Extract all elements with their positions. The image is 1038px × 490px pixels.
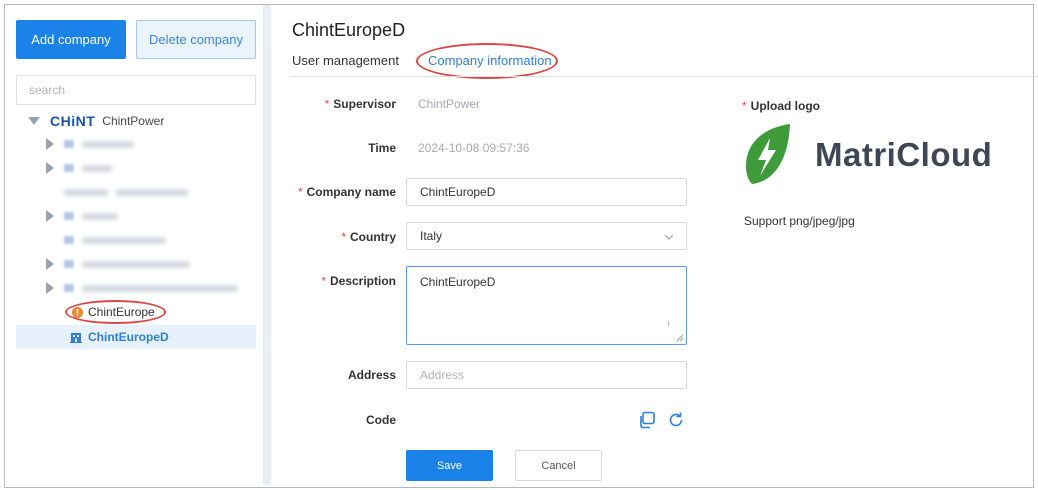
code-label: Code	[366, 413, 396, 427]
company-name-label: * Company name	[297, 185, 396, 199]
brand-logo-text: MatriCloud	[815, 136, 993, 173]
blurred-label	[82, 164, 112, 172]
blurred-label	[82, 212, 118, 220]
delete-company-button[interactable]: Delete company	[136, 20, 256, 59]
company-name-field[interactable]: ChintEuropeD	[406, 178, 687, 206]
save-button[interactable]: Save	[406, 450, 493, 481]
chevron-down-icon	[664, 234, 674, 240]
support-formats-text: Support png/jpeg/jpg	[744, 214, 855, 228]
blurred-label	[82, 260, 190, 268]
tree-item-blurred[interactable]	[64, 230, 166, 250]
copy-icon[interactable]	[638, 411, 656, 429]
time-value: 2024-10-08 09:57:36	[418, 141, 530, 155]
country-label: * Country	[341, 230, 396, 244]
company-icon	[64, 236, 74, 244]
supervisor-label: * Supervisor	[324, 97, 396, 111]
tree-item-ChintEuropeD[interactable]: ChintEuropeD	[70, 327, 169, 347]
company-icon	[64, 212, 74, 220]
description-textarea[interactable]: ChintEuropeD	[406, 266, 687, 345]
highlight-ring	[416, 43, 558, 79]
highlight-ring	[65, 300, 166, 324]
time-label: Time	[368, 141, 396, 155]
add-company-button[interactable]: Add company	[16, 20, 126, 59]
resize-handle-icon[interactable]	[676, 334, 684, 342]
tree-item-blurred[interactable]	[64, 182, 188, 202]
cancel-button[interactable]: Cancel	[515, 450, 602, 481]
company-icon	[64, 140, 74, 148]
page-title: ChintEuropeD	[292, 20, 406, 40]
expand-arrow-icon[interactable]	[46, 138, 54, 150]
building-icon	[70, 333, 82, 343]
tree-root-label: ChintPower	[102, 114, 165, 128]
description-value: ChintEuropeD	[420, 275, 496, 289]
tab-user-management[interactable]: User management	[292, 53, 399, 68]
search-input[interactable]: search	[16, 75, 256, 105]
scroll-indicator	[668, 321, 669, 326]
blurred-label	[82, 236, 166, 244]
blurred-label	[82, 284, 238, 292]
refresh-icon[interactable]	[667, 411, 685, 429]
blurred-label	[82, 140, 134, 148]
supervisor-value: ChintPower	[418, 97, 481, 111]
address-field[interactable]: Address	[406, 361, 687, 389]
panel-divider	[263, 5, 271, 485]
tree-item-blurred[interactable]	[46, 254, 190, 274]
company-icon	[64, 260, 74, 268]
tree-item-blurred[interactable]	[46, 134, 134, 154]
tab-underline	[290, 76, 1038, 77]
blurred-label	[116, 188, 188, 196]
company-icon	[64, 164, 74, 172]
chint-logo: CHiNT	[50, 113, 96, 129]
tree-item-blurred[interactable]	[46, 158, 112, 178]
expand-arrow-icon[interactable]	[46, 210, 54, 222]
company-icon	[64, 284, 74, 292]
blurred-label	[64, 188, 108, 196]
expand-arrow-icon[interactable]	[46, 282, 54, 294]
expand-arrow-icon[interactable]	[46, 162, 54, 174]
country-value: Italy	[420, 229, 443, 243]
tree-item-label: ChintEuropeD	[88, 330, 169, 344]
tree-root-ChintPower[interactable]: CHiNT ChintPower	[28, 111, 164, 131]
matricloud-leaf-icon[interactable]	[742, 122, 794, 186]
upload-logo-label: * Upload logo	[742, 99, 820, 113]
description-label: * Description	[321, 274, 396, 288]
tree-item-blurred[interactable]	[46, 278, 238, 298]
tree-item-blurred[interactable]	[46, 206, 118, 226]
address-label: Address	[347, 368, 396, 382]
expand-chevron-icon[interactable]	[28, 117, 40, 125]
country-select[interactable]: Italy	[406, 222, 687, 250]
expand-arrow-icon[interactable]	[46, 258, 54, 270]
